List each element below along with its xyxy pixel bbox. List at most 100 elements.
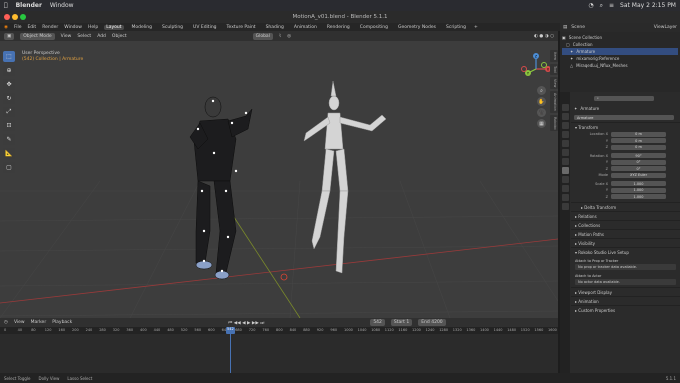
workspace-tab-rendering[interactable]: Rendering bbox=[325, 25, 352, 30]
3d-viewport[interactable] bbox=[0, 41, 558, 318]
outliner-row[interactable]: ✦ Armature bbox=[562, 48, 678, 55]
render-tab-icon[interactable] bbox=[561, 113, 569, 120]
section-transform[interactable]: ▾ Transform bbox=[571, 122, 680, 131]
rotation-z-field[interactable]: 0° bbox=[611, 166, 666, 172]
workspace-tab-geometry-nodes[interactable]: Geometry Nodes bbox=[396, 25, 438, 30]
editor-type-button[interactable]: ▣ bbox=[4, 32, 15, 40]
outliner-row[interactable]: ▣ Scene Collection bbox=[562, 34, 678, 41]
scale-tool[interactable]: ⤢ bbox=[3, 106, 15, 118]
control-center-icon[interactable]: ≡ bbox=[609, 2, 614, 9]
transform-tool[interactable]: ⊡ bbox=[3, 120, 15, 132]
scene-tab-icon[interactable] bbox=[561, 140, 569, 147]
section-rokoko[interactable]: ▾ Rokoko Studio Live Setup bbox=[571, 247, 680, 256]
playback-controls[interactable]: ⏮ ◀◀ ◀ ▶ ▶▶ ⏭ bbox=[228, 320, 264, 326]
workspace-tab-sculpting[interactable]: Sculpting bbox=[160, 25, 185, 30]
world-tab-icon[interactable] bbox=[561, 149, 569, 156]
add-workspace-icon[interactable]: + bbox=[474, 25, 478, 30]
object-tab-icon[interactable] bbox=[561, 167, 569, 174]
rotation-mode-dropdown[interactable]: XYZ Euler bbox=[611, 172, 666, 178]
zoom-icon[interactable]: ⌕ bbox=[537, 86, 546, 95]
workspace-tab-layout[interactable]: Layout bbox=[104, 24, 124, 30]
measure-tool[interactable]: 📐 bbox=[3, 148, 15, 160]
workspace-tab-shading[interactable]: Shading bbox=[264, 25, 286, 30]
apple-icon[interactable]:  bbox=[4, 2, 8, 9]
menu-window[interactable]: Window bbox=[64, 25, 82, 30]
transform-orientation-dropdown[interactable]: Global bbox=[252, 32, 273, 40]
data-tab-icon[interactable] bbox=[561, 203, 569, 210]
armature-skeleton[interactable] bbox=[303, 80, 387, 274]
select-box-tool[interactable]: ⬚ bbox=[3, 51, 15, 62]
start-frame-field[interactable]: Start 1 bbox=[390, 319, 413, 326]
current-frame-field[interactable]: 542 bbox=[370, 319, 385, 326]
minimize-window-button[interactable] bbox=[12, 14, 18, 20]
playhead-label[interactable]: 542 bbox=[226, 327, 235, 334]
menu-file[interactable]: File bbox=[14, 25, 22, 30]
scale-x-field[interactable]: 1.000 bbox=[611, 181, 666, 187]
scene-icon[interactable]: ▤ bbox=[563, 25, 567, 30]
rotate-tool[interactable]: ↻ bbox=[3, 92, 15, 104]
close-window-button[interactable] bbox=[4, 14, 10, 20]
blender-logo-icon[interactable]: ◉ bbox=[4, 25, 8, 30]
viewport-shading-buttons[interactable]: ◐ ● ◑ ○ bbox=[534, 34, 554, 39]
menu-edit[interactable]: Edit bbox=[27, 25, 36, 30]
npanel-tab-tool[interactable]: Tool bbox=[550, 63, 558, 75]
view-menu[interactable]: View bbox=[61, 34, 72, 39]
npanel-tab-view[interactable]: View bbox=[550, 76, 558, 90]
npanel-tab-animation[interactable]: Animation bbox=[550, 91, 558, 113]
character-mesh[interactable] bbox=[189, 96, 253, 280]
tool-tab-icon[interactable] bbox=[561, 104, 569, 111]
menu-render[interactable]: Render bbox=[42, 25, 58, 30]
timeline-view-menu[interactable]: View bbox=[14, 320, 25, 325]
camera-icon[interactable]: 🎥 bbox=[537, 108, 546, 117]
npanel-tab-rokoko[interactable]: Rokoko bbox=[550, 114, 558, 132]
navigation-gizmo[interactable]: X Z Y bbox=[518, 51, 554, 87]
cursor-tool[interactable]: ⊕ bbox=[3, 64, 15, 76]
timeline-ruler[interactable]: 0 40 80 120 160 200 240 280 320 360 400 440 480 520 56… bbox=[0, 327, 558, 334]
modifier-tab-icon[interactable] bbox=[561, 176, 569, 183]
clock[interactable]: Sat May 2 2:15 PM bbox=[620, 2, 676, 9]
output-tab-icon[interactable] bbox=[561, 122, 569, 129]
workspace-tab-texture-paint[interactable]: Texture Paint bbox=[225, 25, 258, 30]
location-y-field[interactable]: 0 m bbox=[611, 138, 666, 144]
outliner-row[interactable]: ✦ mixamorig:Reference bbox=[562, 55, 678, 62]
section-custom-properties[interactable]: ▸ Custom Properties bbox=[571, 305, 680, 314]
timeline-playback-menu[interactable]: Playback bbox=[52, 320, 72, 325]
location-z-field[interactable]: 0 m bbox=[611, 144, 666, 150]
section-delta-transform[interactable]: ▸ Delta Transform bbox=[571, 202, 680, 211]
scene-selector[interactable]: Scene bbox=[571, 25, 585, 30]
view-layer-tab-icon[interactable] bbox=[561, 131, 569, 138]
app-menu[interactable]: Blender bbox=[16, 2, 42, 9]
annotate-tool[interactable]: ✎ bbox=[3, 134, 15, 146]
grid-icon[interactable]: ▦ bbox=[537, 119, 546, 128]
section-animation[interactable]: ▸ Animation bbox=[571, 296, 680, 305]
section-visibility[interactable]: ▸ Visibility bbox=[571, 238, 680, 247]
section-motion-paths[interactable]: ▸ Motion Paths bbox=[571, 229, 680, 238]
object-menu[interactable]: Object bbox=[112, 34, 127, 39]
outliner-row[interactable]: △ MiraqedLuj_Nflux_Meshes bbox=[562, 62, 678, 69]
physics-tab-icon[interactable] bbox=[561, 185, 569, 192]
proportional-edit-icon[interactable]: ◎ bbox=[287, 34, 291, 39]
timeline-area[interactable]: 0 40 80 120 160 200 240 280 320 360 400 440 480 520 56… bbox=[0, 327, 558, 373]
workspace-tab-modeling[interactable]: Modeling bbox=[130, 25, 154, 30]
section-collections[interactable]: ▸ Collections bbox=[571, 220, 680, 229]
select-menu[interactable]: Select bbox=[77, 34, 91, 39]
npanel-tab-item[interactable]: Item bbox=[550, 50, 558, 62]
timeline-marker-menu[interactable]: Marker bbox=[31, 320, 47, 325]
constraints-tab-icon[interactable] bbox=[561, 194, 569, 201]
search-icon[interactable]: ⌕ bbox=[600, 2, 603, 10]
section-viewport-display[interactable]: ▸ Viewport Display bbox=[571, 287, 680, 296]
add-menu[interactable]: Add bbox=[97, 34, 106, 39]
workspace-tab-uv-editing[interactable]: UV Editing bbox=[191, 25, 218, 30]
scale-y-field[interactable]: 1.000 bbox=[611, 187, 666, 193]
rotation-y-field[interactable]: 0° bbox=[611, 159, 666, 165]
object-name-field[interactable]: Armature bbox=[574, 115, 674, 120]
timeline-editor-icon[interactable]: ◷ bbox=[4, 320, 8, 325]
wifi-icon[interactable]: ◔ bbox=[588, 2, 593, 9]
mode-dropdown[interactable]: Object Mode bbox=[20, 32, 55, 40]
add-cube-tool[interactable]: ▢ bbox=[3, 162, 15, 174]
rotation-x-field[interactable]: 90° bbox=[611, 153, 666, 159]
pan-hand-icon[interactable]: ✋ bbox=[537, 97, 546, 106]
section-relations[interactable]: ▸ Relations bbox=[571, 211, 680, 220]
viewlayer-selector[interactable]: ViewLayer bbox=[654, 25, 677, 30]
workspace-tab-scripting[interactable]: Scripting bbox=[444, 25, 468, 30]
